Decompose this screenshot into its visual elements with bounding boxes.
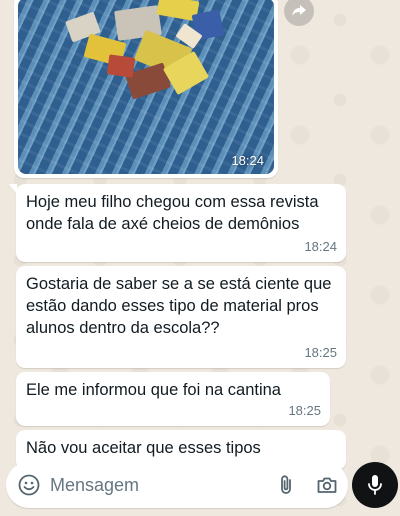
paperclip-icon[interactable] [276,474,298,496]
message-timestamp: 18:24 [304,239,337,254]
message-text: Ele me informou que foi na cantina [26,381,281,399]
message-bubble[interactable]: Ele me informou que foi na cantina 18:25 [16,372,330,426]
message-composer [6,462,348,508]
voice-record-button[interactable] [352,462,398,508]
message-bubble[interactable]: Hoje meu filho chegou com essa revista o… [9,184,346,262]
message-input[interactable] [50,472,270,498]
message-timestamp: 18:25 [304,345,337,360]
message-text: Gostaria de saber se a se está ciente qu… [26,275,332,337]
camera-icon[interactable] [316,474,338,496]
bubble-tail [9,184,17,194]
image-timestamp: 18:24 [231,153,264,168]
message-text: Não vou aceitar que esses tipos [26,439,261,457]
image-message[interactable]: 18:24 [14,0,278,178]
emoji-icon[interactable] [18,474,40,496]
forward-icon [292,5,306,16]
message-bubble[interactable]: Gostaria de saber se a se está ciente qu… [16,266,346,368]
message-text: Hoje meu filho chegou com essa revista o… [26,193,319,233]
chat-area[interactable]: 18:24 Hoje meu filho chegou com essa rev… [0,0,400,516]
photo-thumbnail[interactable]: 18:24 [18,0,274,174]
forward-button[interactable] [284,0,314,26]
microphone-icon [368,475,382,495]
message-timestamp: 18:25 [288,403,321,418]
